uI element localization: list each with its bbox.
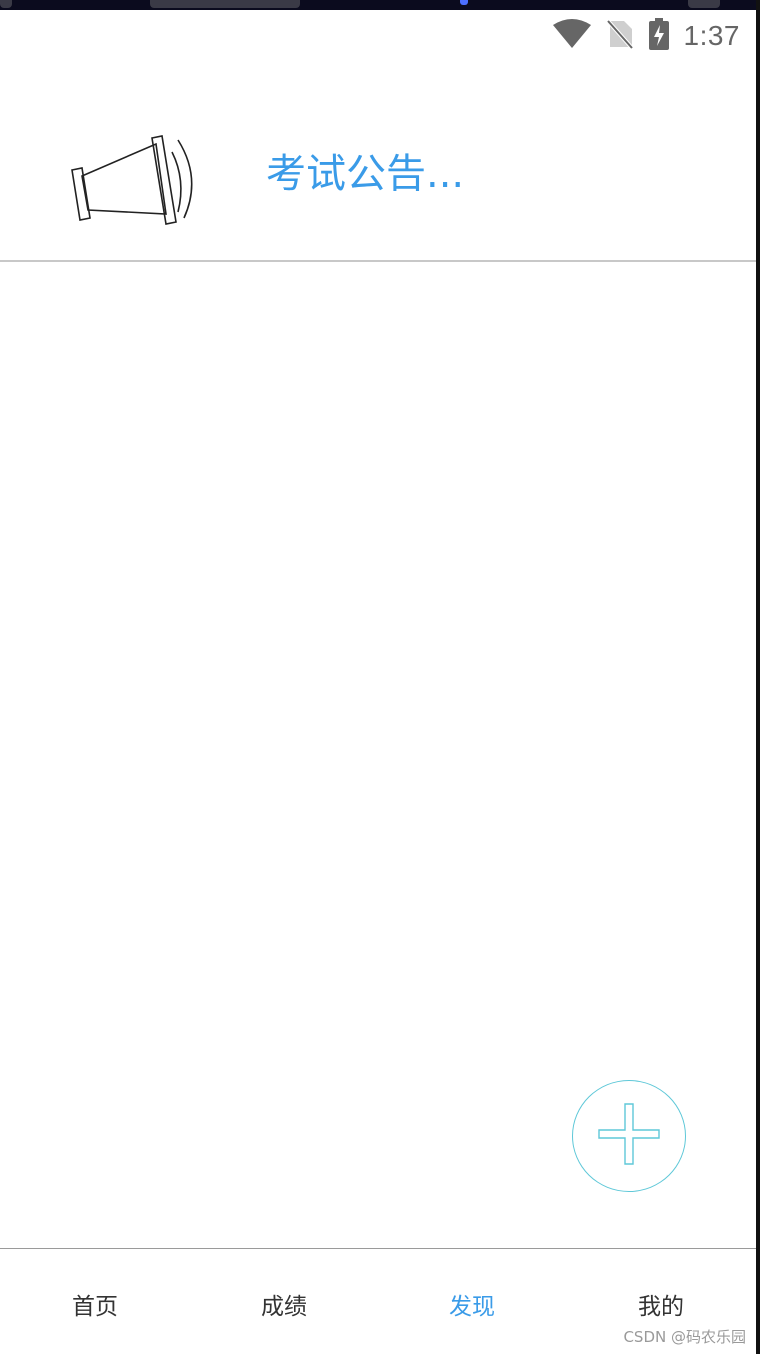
plus-icon: [597, 1102, 661, 1170]
status-bar: 1:37: [0, 10, 756, 62]
nav-item-discover[interactable]: 发现: [412, 1287, 532, 1321]
announcement-title: 考试公告...: [266, 151, 465, 197]
nav-item-home[interactable]: 首页: [35, 1287, 155, 1321]
status-time: 1:37: [683, 20, 740, 51]
announcement-banner[interactable]: 考试公告...: [0, 62, 756, 262]
status-icons: 1:37: [552, 18, 741, 54]
app-screen: 1:37 考试公告... 首页 成绩 发现 我的 CSDN @码农乐园: [0, 0, 760, 1354]
watermark: CSDN @码农乐园: [623, 1328, 746, 1346]
battery-charging-icon: [648, 18, 670, 54]
megaphone-icon: [68, 132, 200, 226]
add-button[interactable]: [572, 1080, 686, 1192]
wifi-icon: [552, 19, 592, 53]
nav-item-mine[interactable]: 我的: [601, 1287, 721, 1321]
nav-item-scores[interactable]: 成绩: [224, 1287, 344, 1321]
window-right-edge: [756, 0, 760, 1354]
no-sim-icon: [606, 19, 634, 53]
window-top-strip: [0, 0, 760, 10]
